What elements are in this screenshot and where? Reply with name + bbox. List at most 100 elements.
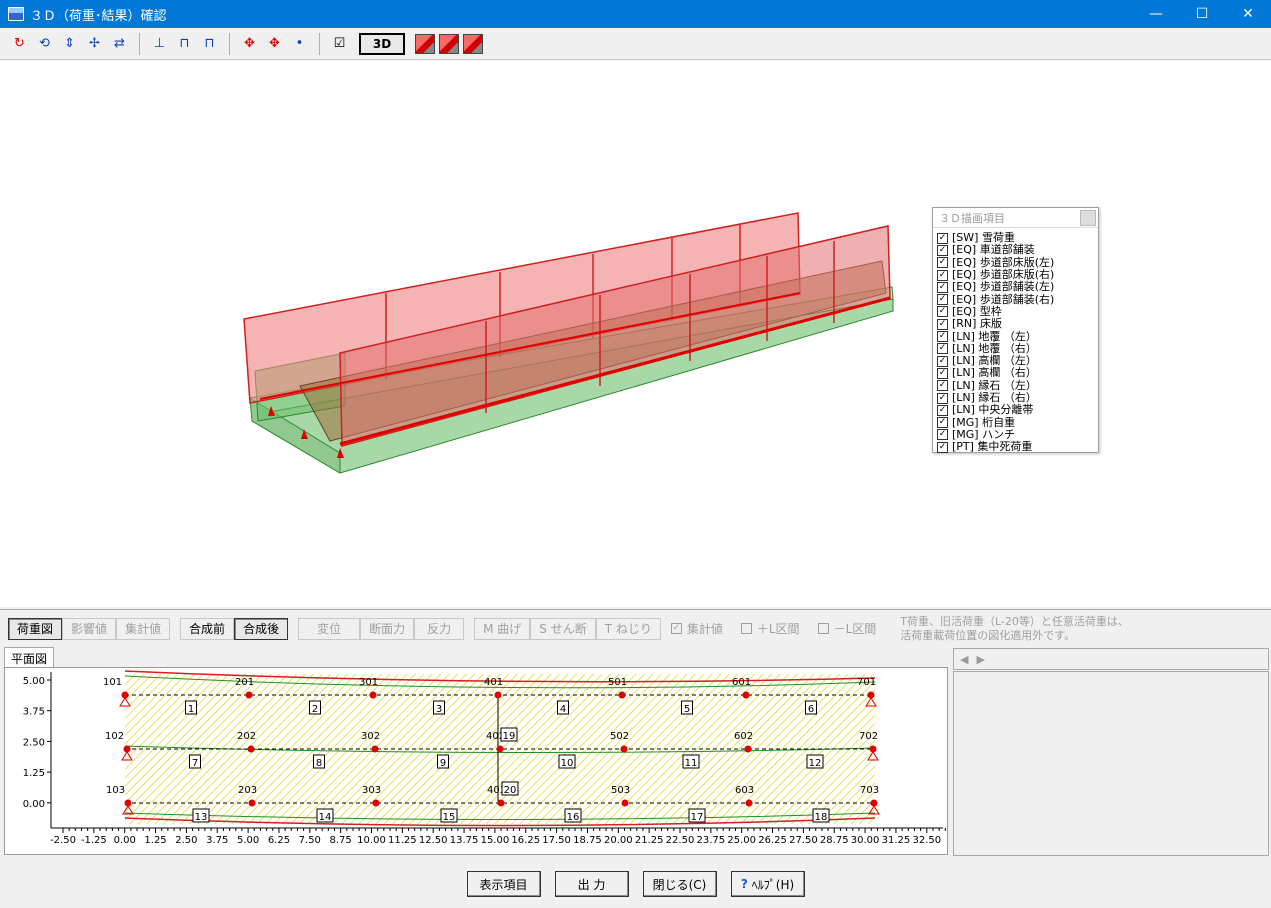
legend-item[interactable]: ✓ [MG] 桁自重 (937, 416, 1098, 429)
legend-item[interactable]: ✓ [EQ] 車道部舗装 (937, 244, 1098, 256)
pan-icon[interactable]: ✢ (83, 32, 106, 55)
help-icon: ? (740, 877, 748, 891)
checkbox-checked[interactable]: ✓ (937, 355, 948, 367)
legend-item[interactable]: ✓ [RN] 床版 (937, 318, 1098, 330)
checkbox-checked[interactable]: ✓ (937, 343, 948, 355)
x-tick-label: 16.25 (511, 835, 540, 846)
legend-item[interactable]: ✓ [PT] 集中死荷重 (937, 441, 1098, 453)
move-center-icon[interactable]: ✥ (263, 32, 286, 55)
minus-l-checkbox[interactable]: －L区間 (817, 620, 876, 637)
x-tick-label: 12.50 (419, 835, 448, 846)
checkbox-checked[interactable]: ✓ (937, 244, 948, 256)
checkbox-checked[interactable]: ✓ (937, 404, 948, 416)
title-bar: ３Ｄ（荷重･結果）確認 — ☐ ✕ (0, 0, 1271, 28)
checkbox-checked[interactable]: ✓ (937, 331, 948, 343)
checkbox-checked[interactable]: ✓ (937, 392, 948, 404)
legend-title: ３Ｄ描画項目 (939, 211, 1005, 225)
node-label: 701 (857, 677, 876, 688)
x-tick-label: 15.00 (481, 835, 510, 846)
tab-load-diagram[interactable]: 荷重図 (8, 617, 63, 640)
toolbar-separator (319, 32, 320, 55)
legend-item[interactable]: ✓ [LN] 中央分離帯 (937, 404, 1098, 416)
point-icon[interactable]: • (288, 32, 311, 55)
node-point (245, 691, 253, 699)
next-arrow-icon[interactable]: ▶ (976, 653, 984, 666)
legend-item[interactable]: ✓ [LN] 地覆 （左） (937, 330, 1098, 343)
tab-moment[interactable]: M 曲げ (474, 617, 531, 640)
output-button[interactable]: 出 力 (554, 871, 629, 897)
tab-total[interactable]: 集計値 (116, 617, 171, 640)
right-panel (953, 671, 1269, 856)
tab-before-composite[interactable]: 合成前 (180, 617, 235, 640)
x-tick-label: 27.50 (789, 835, 818, 846)
y-axis: 5.00 3.75 2.50 1.25 0.00 (23, 676, 51, 810)
checkbox-checked[interactable]: ✓ (937, 441, 948, 453)
legend-item[interactable]: ✓ [LN] 縁石 （左） (937, 379, 1098, 392)
tab-reaction[interactable]: 反力 (414, 617, 465, 640)
tab-after-composite[interactable]: 合成後 (234, 617, 289, 640)
node-point (371, 745, 379, 753)
legend-item[interactable]: ✓ [EQ] 歩道部舗装(右) (937, 293, 1098, 306)
plan-diagram: 5.00 3.75 2.50 1.25 0.00 -2.50 -1.25 0.00 1.25 2… (23, 670, 946, 846)
checkbox-checked[interactable]: ✓ (937, 269, 948, 281)
checkbox-checked[interactable]: ✓ (937, 306, 948, 318)
cube-side-icon[interactable] (439, 33, 459, 54)
total-checkbox[interactable]: ✓ 集計値 (670, 620, 723, 637)
rotate-horizontal-icon[interactable]: ⟲ (33, 32, 56, 55)
legend-list: ✓ [SW] 雪荷重 ✓ [EQ] 車道部舗装 ✓ [EQ] 歩道部床版(左) ✓ [E… (933, 228, 1098, 453)
mode-3d-button[interactable]: 3D (359, 32, 405, 55)
checkbox-checked[interactable]: ✓ (937, 367, 948, 379)
checkbox-checked[interactable]: ✓ (937, 281, 948, 293)
tab-influence[interactable]: 影響値 (62, 617, 117, 640)
checkbox-checked[interactable]: ✓ (937, 318, 948, 330)
toolbar: ↻ ⟲ ⇕ ✢ ⇄ ⊥ ⊓ ⊓ ✥ ✥ • ☑ 3D (0, 28, 1271, 60)
legend-item[interactable]: ✓ [EQ] 歩道部舗装(左) (937, 281, 1098, 293)
maximize-button[interactable]: ☐ (1179, 0, 1225, 28)
member-label: 15 (443, 812, 456, 823)
cube-front-icon[interactable] (415, 33, 435, 54)
x-axis: -2.50 -1.25 0.00 1.25 2.50 3.75 5.00 6.25 7.50 8.… (50, 828, 946, 846)
move-icon[interactable]: ✥ (238, 32, 261, 55)
legend-close-button[interactable] (1080, 209, 1096, 226)
3d-viewport[interactable]: ３Ｄ描画項目 ✓ [SW] 雪荷重 ✓ [EQ] 車道部舗装 ✓ [EQ] 歩道部床版… (0, 61, 1271, 607)
display-items-button[interactable]: 表示項目 (466, 871, 541, 897)
legend-item[interactable]: ✓ [LN] 高欄 （右） (937, 367, 1098, 379)
checkbox-checked[interactable]: ✓ (937, 294, 948, 306)
checkbox-checked[interactable]: ✓ (937, 417, 948, 429)
x-tick-label: 21.25 (635, 835, 664, 846)
node-point (496, 745, 504, 753)
prev-arrow-icon[interactable]: ◀ (960, 653, 968, 666)
close-dialog-button[interactable]: 閉じる(C) (642, 871, 717, 897)
minimize-button[interactable]: — (1133, 0, 1179, 28)
member-label: 14 (319, 812, 332, 823)
tab-section-force[interactable]: 断面力 (360, 617, 415, 640)
checkbox-checked[interactable]: ✓ (937, 257, 948, 269)
x-tick-label: 31.25 (882, 835, 911, 846)
plan-view[interactable]: 5.00 3.75 2.50 1.25 0.00 -2.50 -1.25 0.00 1.25 2… (4, 667, 948, 855)
swap-icon[interactable]: ⇄ (108, 32, 131, 55)
plus-l-checkbox[interactable]: ＋L区間 (740, 620, 800, 637)
front-view-icon[interactable]: ⊥ (148, 32, 171, 55)
rotate-free-icon[interactable]: ↻ (8, 32, 31, 55)
tab-displacement[interactable]: 変位 (298, 617, 361, 640)
checklist-icon[interactable]: ☑ (328, 32, 351, 55)
tab-plan-view[interactable]: 平面図 (4, 647, 55, 667)
y-tick-label: 5.00 (23, 676, 45, 687)
node-label: 601 (732, 677, 751, 688)
app-icon (8, 7, 24, 21)
tab-torsion[interactable]: T ねじり (595, 617, 661, 640)
help-button[interactable]: ? ﾍﾙﾌﾟ(H) (730, 871, 805, 897)
member-label: 11 (685, 758, 698, 769)
top-view-icon[interactable]: ⊓ (198, 32, 221, 55)
cube-iso-icon[interactable] (463, 33, 483, 54)
checkbox-checked[interactable]: ✓ (937, 380, 948, 392)
checkbox-checked[interactable]: ✓ (937, 232, 948, 244)
plan-tabs: 平面図 (4, 647, 55, 667)
x-tick-label: 17.50 (542, 835, 571, 846)
rotate-vertical-icon[interactable]: ⇕ (58, 32, 81, 55)
member-label: 2 (312, 704, 318, 715)
close-button[interactable]: ✕ (1225, 0, 1271, 28)
checkbox-checked[interactable]: ✓ (937, 429, 948, 441)
tab-shear[interactable]: S せん断 (530, 617, 596, 640)
side-view-icon[interactable]: ⊓ (173, 32, 196, 55)
